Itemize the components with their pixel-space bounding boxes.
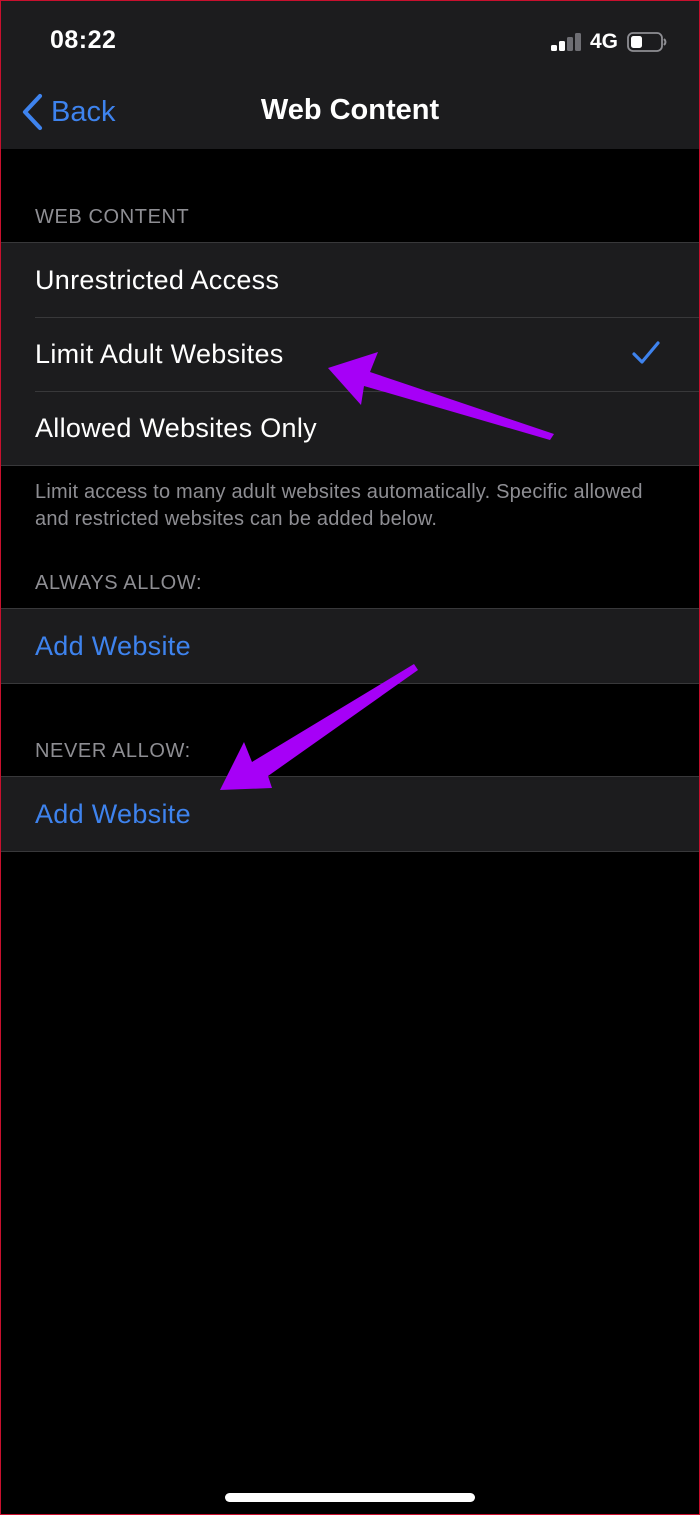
section-header-never-allow: NEVER ALLOW: (35, 740, 191, 762)
never-allow-group: Add Website (0, 776, 700, 852)
web-content-footnote: Limit access to many adult websites auto… (35, 481, 643, 530)
option-label: Unrestricted Access (35, 264, 280, 295)
add-website-label: Add Website (35, 798, 191, 829)
page-title: Web Content (260, 94, 440, 126)
home-indicator[interactable] (225, 1493, 475, 1502)
never-allow-add-website-button[interactable]: Add Website (0, 777, 700, 851)
option-allowed-websites-only[interactable]: Allowed Websites Only (0, 391, 700, 465)
cellular-signal-icon (551, 33, 585, 51)
battery-icon (627, 32, 667, 52)
option-label: Allowed Websites Only (35, 412, 317, 443)
option-limit-adult-websites[interactable]: Limit Adult Websites (0, 317, 700, 391)
section-header-web-content: WEB CONTENT (35, 206, 190, 228)
checkmark-icon (632, 341, 660, 364)
always-allow-group: Add Website (0, 608, 700, 684)
add-website-label: Add Website (35, 630, 191, 661)
option-label: Limit Adult Websites (35, 338, 284, 369)
web-content-options: Unrestricted Access Limit Adult Websites… (0, 242, 700, 466)
status-time: 08:22 (50, 26, 117, 54)
network-type: 4G (590, 30, 619, 53)
section-header-always-allow: ALWAYS ALLOW: (35, 572, 203, 594)
option-unrestricted-access[interactable]: Unrestricted Access (0, 243, 700, 317)
always-allow-add-website-button[interactable]: Add Website (0, 609, 700, 683)
